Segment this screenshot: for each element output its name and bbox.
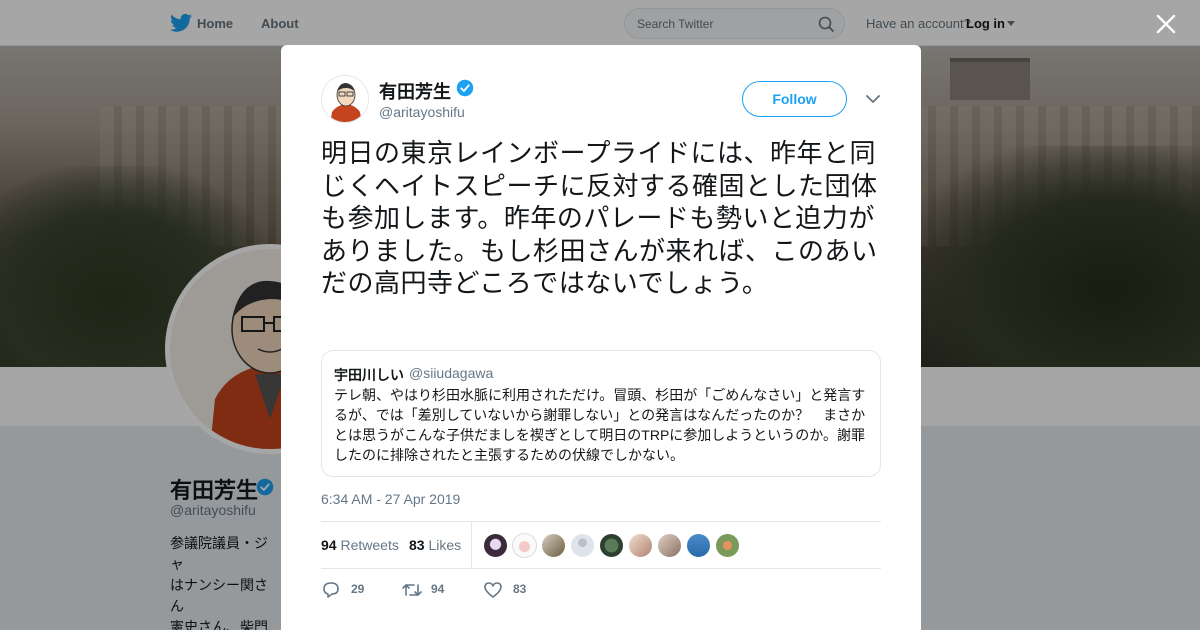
author-avatar-illustration	[322, 76, 368, 122]
quoted-author-name: 宇田川しい	[334, 367, 404, 383]
close-icon[interactable]	[1156, 14, 1176, 34]
retweets-count: 94	[321, 537, 337, 553]
verified-badge-icon	[456, 79, 474, 97]
liker-avatar[interactable]	[570, 533, 595, 558]
liker-avatar[interactable]	[512, 533, 537, 558]
likes-count: 83	[409, 537, 425, 553]
tweet-actions: 29 94 83	[321, 580, 881, 600]
tweet-text: 明日の東京レインボープライドには、昨年と同じくヘイトスピーチに反対する確固とした…	[321, 138, 878, 298]
retweets-stat[interactable]: 94 Retweets	[321, 537, 399, 553]
tweet-timestamp[interactable]: 6:34 AM - 27 Apr 2019	[321, 491, 460, 507]
tweet-permalink-modal: 有田芳生 @aritayoshifu Follow 明日の東京レインボープライド…	[281, 45, 921, 630]
author-handle[interactable]: @aritayoshifu	[379, 104, 465, 120]
heart-icon[interactable]	[483, 581, 503, 599]
likes-label: Likes	[428, 537, 462, 553]
liker-avatar[interactable]	[657, 533, 682, 558]
quoted-tweet-text: テレ朝、やはり杉田水脈に利用されただけ。冒頭、杉田が「ごめんなさい」と発言するが…	[334, 387, 866, 463]
liker-avatar[interactable]	[599, 533, 624, 558]
liker-avatar[interactable]	[541, 533, 566, 558]
retweets-label: Retweets	[340, 537, 399, 553]
quoted-author-handle: @siiudagawa	[409, 365, 494, 381]
liker-avatar[interactable]	[483, 533, 508, 558]
like-count: 83	[513, 582, 527, 596]
chevron-down-icon[interactable]	[866, 94, 880, 104]
liker-avatar[interactable]	[715, 533, 740, 558]
reply-icon[interactable]	[321, 581, 341, 599]
stats-divider	[471, 522, 472, 569]
liker-avatar[interactable]	[628, 533, 653, 558]
retweet-icon[interactable]	[401, 581, 423, 599]
author-name[interactable]: 有田芳生	[379, 78, 451, 104]
liker-avatar[interactable]	[686, 533, 711, 558]
quoted-tweet[interactable]: 宇田川しい @siiudagawa テレ朝、やはり杉田水脈に利用されただけ。冒頭…	[321, 350, 881, 477]
follow-button[interactable]: Follow	[742, 81, 847, 117]
tweet-stats: 94 Retweets 83 Likes	[321, 521, 881, 569]
retweet-count: 94	[431, 582, 445, 596]
author-avatar[interactable]	[321, 75, 369, 123]
likes-stat[interactable]: 83 Likes	[409, 537, 461, 553]
reply-count: 29	[351, 582, 365, 596]
